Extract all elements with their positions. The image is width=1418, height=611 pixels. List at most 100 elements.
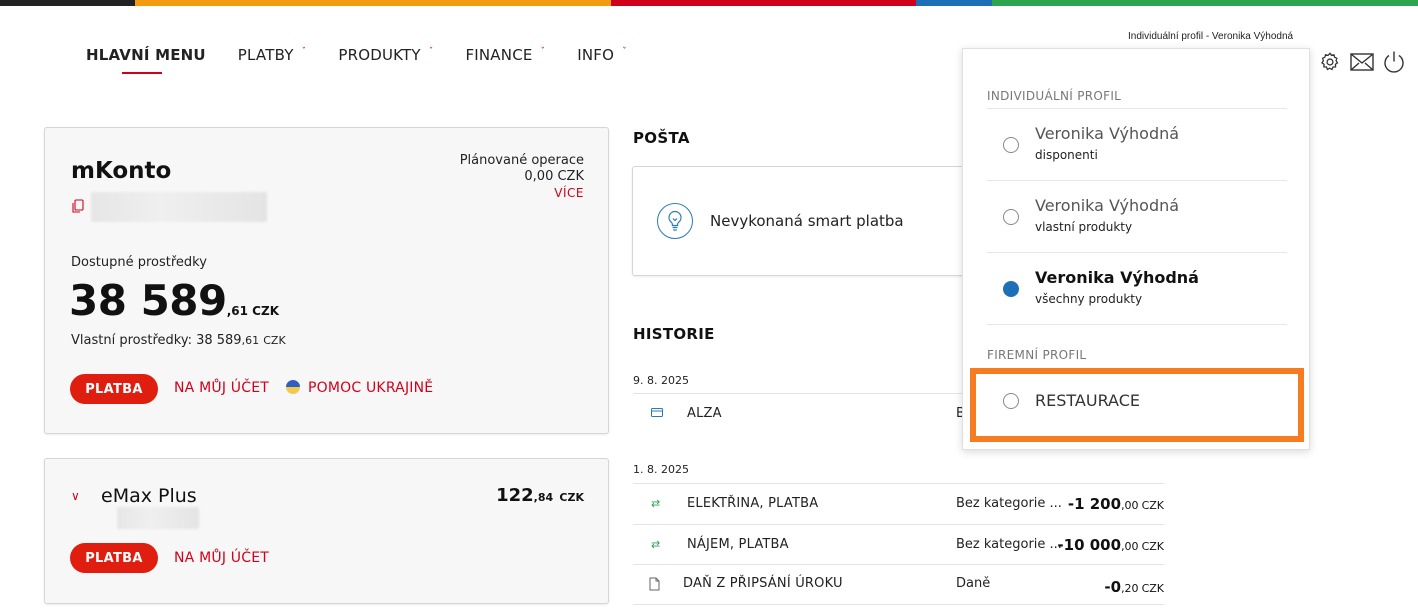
company-profile-heading: FIREMNÍ PROFIL (987, 348, 1087, 362)
transfer-icon: ⇄ (651, 497, 661, 510)
divider (987, 108, 1287, 109)
nav-info-label: INFO (577, 46, 615, 64)
chevron-down-icon: ˇ (301, 47, 307, 57)
balance-dec: ,84 (533, 491, 554, 504)
own-funds-dec: ,61 (241, 334, 260, 347)
account-name[interactable]: mKonto (71, 158, 171, 184)
profile-option-disponenti[interactable]: Veronika Výhodná disponenti (987, 115, 1287, 175)
pay-button[interactable]: PLATBA (70, 543, 158, 573)
pay-button[interactable]: PLATBA (70, 374, 158, 404)
mail-message-text: Nevykonaná smart platba (710, 212, 904, 230)
radio-button-selected[interactable] (1003, 281, 1019, 297)
account-balance: 122,84 CZK (496, 485, 584, 506)
history-section-title: HISTORIE (633, 325, 715, 343)
help-ukraine-label: POMOC UKRAJINĚ (308, 380, 434, 396)
mail-message-card[interactable]: Nevykonaná smart platba (632, 166, 972, 276)
main-navigation: HLAVNÍ MENU PLATBY ˇ PRODUKTY ˇ FINANCE ˇ I… (86, 44, 659, 74)
chevron-down-icon: ˇ (540, 47, 546, 57)
table-row[interactable]: ⇄ ELEKTŘINA, PLATBA Bez kategorie ... -1… (633, 483, 1164, 523)
power-icon[interactable] (1382, 50, 1406, 74)
profile-option-all-products[interactable]: Veronika Výhodná všechny produkty (987, 259, 1287, 319)
masked-account-number (91, 192, 267, 222)
planned-value: 0,00 CZK (524, 169, 584, 184)
profile-option-own-products[interactable]: Veronika Výhodná vlastní produkty (987, 187, 1287, 247)
settings-icon[interactable] (1318, 50, 1342, 74)
nav-produkty[interactable]: PRODUKTY ˇ (338, 44, 433, 66)
available-amount-int: 38 589 (69, 276, 227, 325)
available-amount: 38 589,61 CZK (69, 276, 279, 325)
history-date: 1. 8. 2025 (633, 463, 689, 476)
transaction-name: ELEKTŘINA, PLATBA (687, 496, 819, 511)
amount-currency: CZK (1141, 540, 1164, 553)
radio-button[interactable] (1003, 209, 1019, 225)
profile-option-name: Veronika Výhodná (1035, 124, 1180, 143)
nav-finance-label: FINANCE (465, 46, 533, 64)
nav-produkty-label: PRODUKTY (338, 46, 421, 64)
help-ukraine-link[interactable]: POMOC UKRAJINĚ (286, 380, 433, 396)
more-link[interactable]: VÍCE (460, 185, 584, 201)
amount-int: -10 000 (1057, 536, 1122, 554)
profile-option-sub: všechny produkty (1035, 292, 1143, 306)
amount-currency: CZK (1141, 582, 1164, 595)
amount-int: -0 (1104, 578, 1122, 596)
account-card-emax: ∨ eMax Plus 122,84 CZK PLATBA NA MŮJ ÚČE… (44, 458, 609, 604)
nav-info[interactable]: INFO ˇ (577, 44, 627, 66)
ukraine-flag-icon (286, 380, 300, 394)
amount-dec: ,00 (1121, 499, 1139, 512)
profile-option-name: Veronika Výhodná (1035, 196, 1180, 215)
document-icon (649, 577, 660, 594)
amount-dec: ,20 (1121, 582, 1139, 595)
transfer-icon: ⇄ (651, 538, 661, 551)
profile-option-sub: vlastní produkty (1035, 220, 1133, 234)
current-profile-label[interactable]: Individuální profil - Veronika Výhodná (1128, 31, 1293, 42)
chevron-down-icon[interactable]: ∨ (71, 489, 80, 503)
chevron-down-icon: ˇ (428, 47, 434, 57)
highlight-box (970, 368, 1304, 442)
transaction-amount: -0,20 CZK (1104, 578, 1164, 596)
history-date: 9. 8. 2025 (633, 374, 689, 387)
transaction-category: Daně (956, 576, 991, 591)
transaction-name: NÁJEM, PLATBA (687, 537, 789, 552)
chevron-down-icon: ˇ (622, 47, 627, 57)
amount-dec: ,00 (1121, 540, 1139, 553)
transaction-amount: -10 000,00 CZK (1057, 536, 1164, 554)
own-funds-label: Vlastní prostředky: 38 589 (71, 333, 242, 348)
radio-button[interactable] (1003, 137, 1019, 153)
nav-main-menu[interactable]: HLAVNÍ MENU (86, 44, 206, 74)
planned-operations: Plánované operace 0,00 CZK VÍCE (460, 153, 584, 201)
mail-icon[interactable] (1350, 50, 1374, 74)
available-amount-dec: ,61 CZK (226, 304, 279, 318)
own-funds: Vlastní prostředky: 38 589,61 CZK (71, 333, 286, 348)
transaction-category: Bez kategorie ... (956, 496, 1062, 511)
individual-profile-heading: INDIVIDUÁLNÍ PROFIL (987, 89, 1122, 103)
transaction-name: DAŇ Z PŘIPSÁNÍ ÚROKU (683, 576, 843, 591)
mail-section-title: POŠTA (633, 129, 690, 147)
nav-platby-label: PLATBY (237, 46, 294, 64)
balance-int: 122 (496, 485, 534, 506)
divider (987, 252, 1287, 253)
balance-currency: CZK (559, 491, 584, 504)
transaction-category: Bez kategorie ... (956, 537, 1062, 552)
table-row[interactable]: ⇄ NÁJEM, PLATBA Bez kategorie ... -10 00… (633, 524, 1164, 564)
nav-main-menu-label: HLAVNÍ MENU (86, 46, 206, 64)
available-label: Dostupné prostředky (71, 255, 207, 270)
table-row[interactable]: DAŇ Z PŘIPSÁNÍ ÚROKU Daně -0,20 CZK (633, 564, 1164, 605)
profile-option-name: Veronika Výhodná (1035, 268, 1199, 287)
own-funds-currency: CZK (263, 334, 286, 347)
amount-currency: CZK (1141, 499, 1164, 512)
divider (987, 180, 1287, 181)
header-icons (1318, 50, 1406, 74)
divider (987, 324, 1287, 325)
nav-platby[interactable]: PLATBY ˇ (238, 44, 307, 66)
nav-finance[interactable]: FINANCE ˇ (465, 44, 545, 66)
card-icon (651, 407, 663, 420)
lightbulb-icon (657, 203, 693, 239)
to-my-account-link[interactable]: NA MŮJ ÚČET (174, 550, 269, 566)
copy-icon[interactable] (71, 198, 85, 217)
brand-color-bar (0, 0, 1418, 6)
to-my-account-link[interactable]: NA MŮJ ÚČET (174, 380, 269, 396)
masked-account-number (117, 507, 199, 529)
profile-option-sub: disponenti (1035, 148, 1098, 162)
planned-label: Plánované operace (459, 153, 584, 168)
account-name[interactable]: eMax Plus (101, 485, 197, 507)
